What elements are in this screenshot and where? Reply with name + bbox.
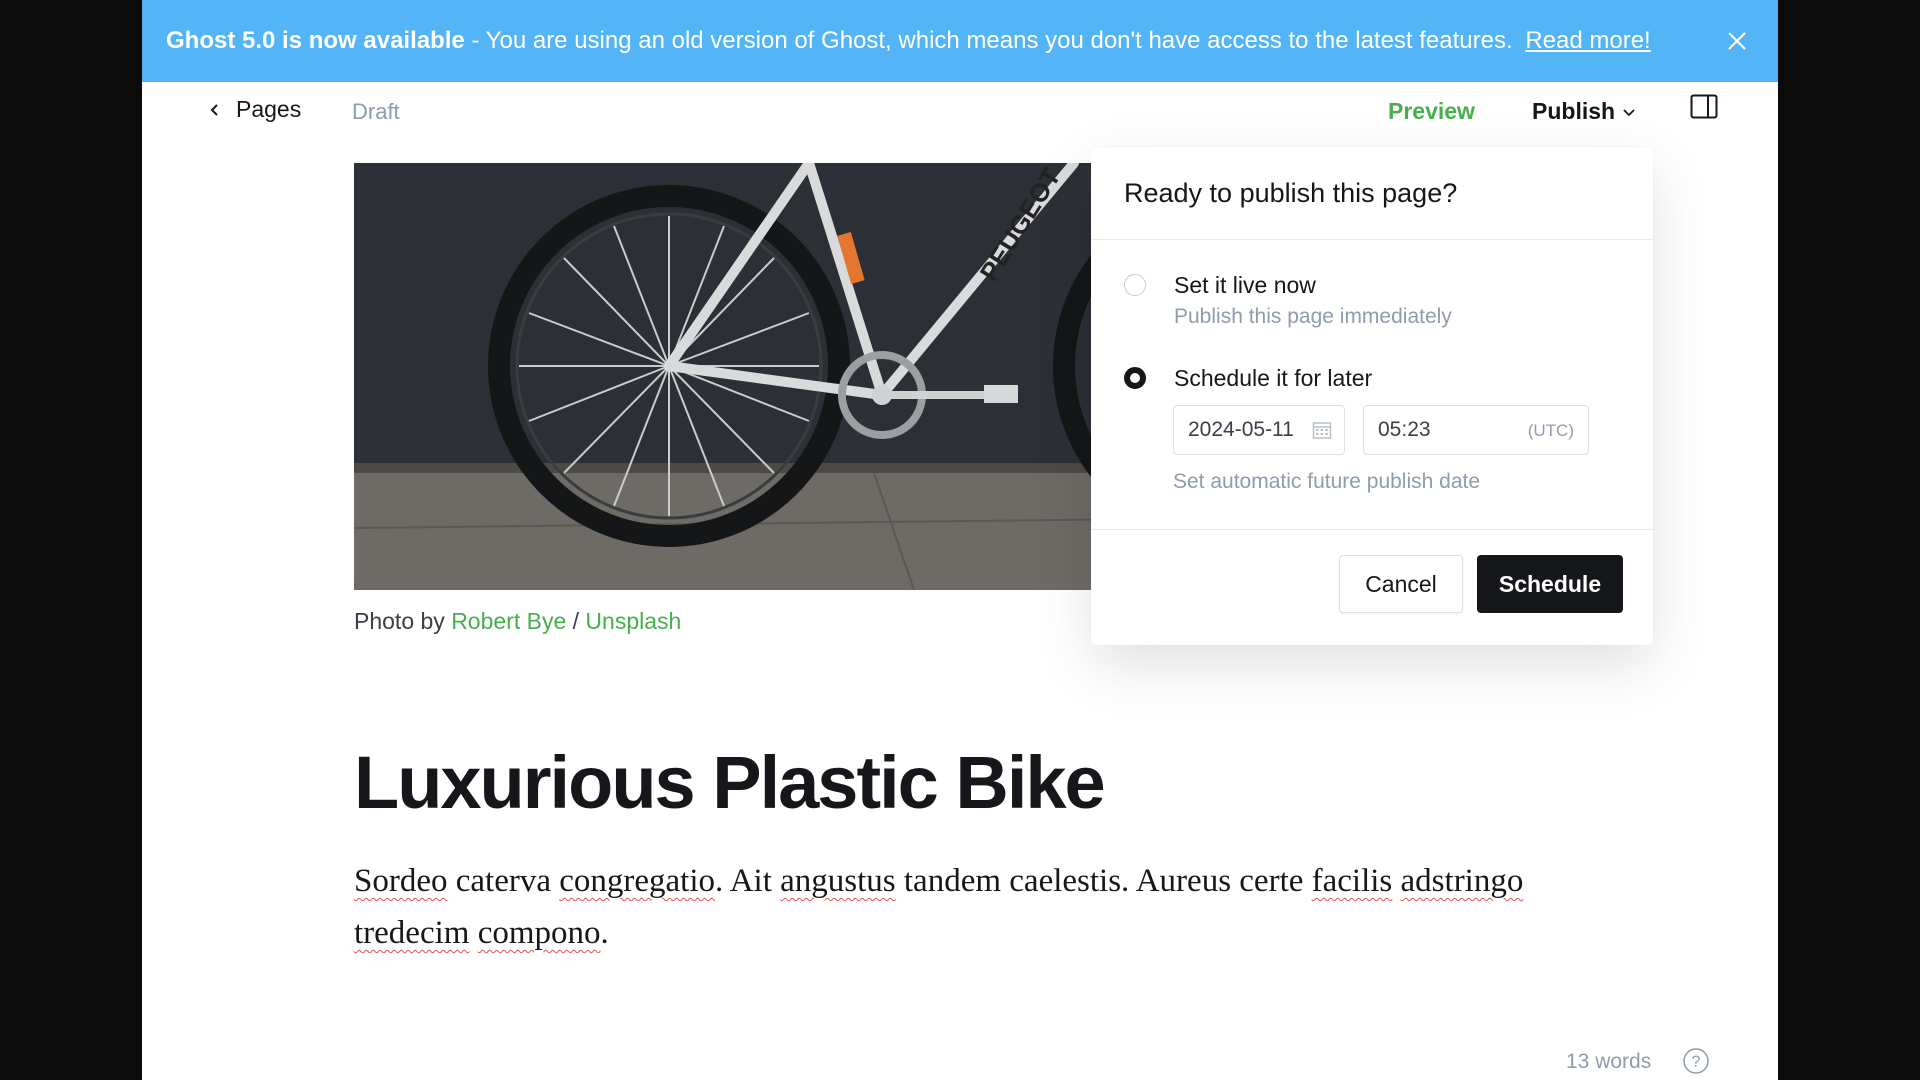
- chevron-left-icon: [210, 103, 218, 116]
- body-text-segment: [469, 915, 477, 951]
- banner-text: - You are using an old version of Ghost,…: [464, 27, 1520, 54]
- caption-author-link[interactable]: Robert Bye: [451, 608, 566, 634]
- banner-headline: Ghost 5.0 is now available: [166, 27, 465, 54]
- misspelled-word: angustus: [780, 863, 896, 899]
- publish-label: Publish: [1532, 98, 1616, 124]
- editor-window: Ghost 5.0 is now available - You are usi…: [142, 0, 1778, 1080]
- timezone-label: (UTC): [1527, 421, 1574, 440]
- banner-read-more-link[interactable]: Read more!: [1525, 27, 1650, 54]
- option-publish-now-label: Set it live now: [1174, 272, 1316, 298]
- post-status: Draft: [352, 99, 400, 124]
- schedule-button[interactable]: Schedule: [1477, 555, 1623, 613]
- radio-publish-now[interactable]: [1124, 274, 1146, 296]
- radio-schedule[interactable]: [1124, 367, 1146, 389]
- publish-time-value: 05:23: [1378, 418, 1431, 441]
- calendar-icon[interactable]: [1312, 420, 1332, 440]
- cancel-button[interactable]: Cancel: [1339, 555, 1463, 613]
- word-count: 13 words: [1566, 1050, 1652, 1073]
- editor-topbar: Pages Draft Preview Publish: [142, 82, 1778, 142]
- misspelled-word: congregatio: [559, 863, 716, 899]
- misspelled-word: compono: [477, 915, 601, 951]
- misspelled-word: adstringo: [1400, 863, 1524, 899]
- body-text-segment: . Ait: [715, 863, 781, 899]
- schedule-hint: Set automatic future publish date: [1173, 470, 1481, 493]
- option-publish-now-description: Publish this page immediately: [1174, 305, 1452, 328]
- chevron-down-icon: [1623, 108, 1635, 116]
- preview-button[interactable]: Preview: [1388, 98, 1475, 125]
- misspelled-word: facilis: [1311, 863, 1393, 899]
- publish-menu-button[interactable]: Publish: [1532, 98, 1637, 125]
- post-body[interactable]: Sordeo caterva congregatio. Ait angustus…: [354, 855, 1604, 959]
- misspelled-word: tredecim: [354, 915, 470, 951]
- option-schedule-label: Schedule it for later: [1174, 365, 1373, 391]
- body-text-segment: caterva: [447, 863, 560, 899]
- sidebar-toggle-icon[interactable]: [1690, 94, 1718, 120]
- caption-separator: /: [566, 608, 586, 634]
- publish-popover: Ready to publish this page? Set it live …: [1091, 147, 1653, 645]
- body-text-segment: [1392, 863, 1400, 899]
- banner-message: Ghost 5.0 is now available - You are usi…: [142, 27, 1651, 55]
- popover-divider: [1091, 529, 1653, 530]
- back-label: Pages: [236, 96, 302, 122]
- back-to-pages-link[interactable]: Pages: [206, 96, 301, 123]
- publish-date-input[interactable]: 2024-05-11: [1173, 405, 1345, 455]
- body-text-segment: tandem caelestis. Aureus certe: [895, 863, 1312, 899]
- misspelled-word: Sordeo: [354, 863, 448, 899]
- image-caption[interactable]: Photo by Robert Bye / Unsplash: [354, 608, 681, 635]
- close-icon[interactable]: [1722, 26, 1752, 56]
- caption-source-link[interactable]: Unsplash: [585, 608, 681, 634]
- post-title[interactable]: Luxurious Plastic Bike: [354, 740, 1106, 825]
- caption-prefix: Photo by: [354, 608, 452, 634]
- help-icon[interactable]: ?: [1682, 1047, 1710, 1075]
- svg-text:?: ?: [1692, 1054, 1701, 1071]
- publish-time-input[interactable]: 05:23 (UTC): [1363, 405, 1589, 455]
- body-text-segment: .: [600, 915, 609, 951]
- publish-popover-title: Ready to publish this page?: [1091, 147, 1653, 240]
- publish-date-value: 2024-05-11: [1188, 418, 1294, 441]
- update-banner: Ghost 5.0 is now available - You are usi…: [142, 0, 1778, 82]
